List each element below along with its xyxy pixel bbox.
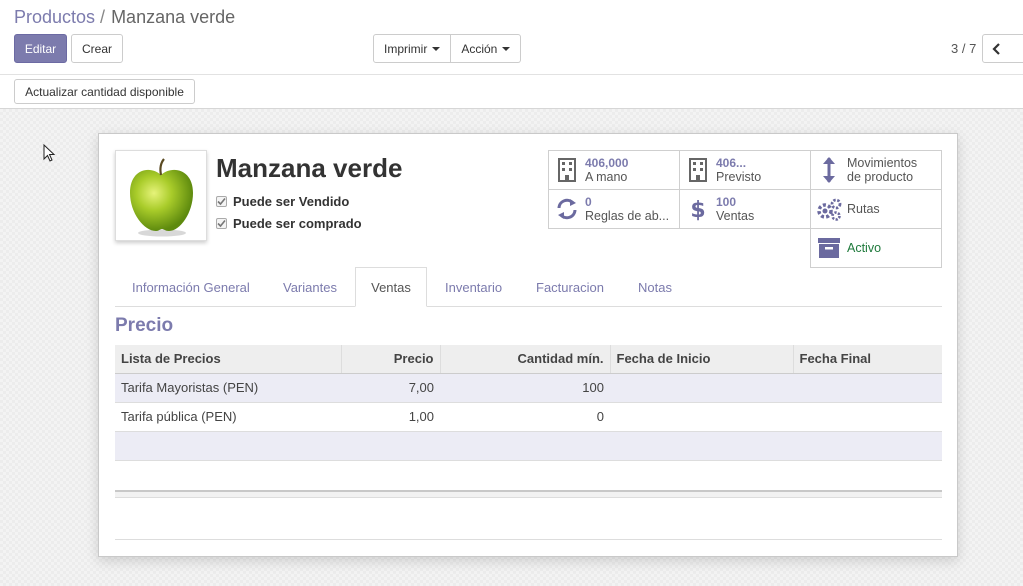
- table-row[interactable]: Tarifa Mayoristas (PEN) 7,00 100: [115, 373, 942, 403]
- product-image[interactable]: [115, 150, 207, 241]
- reordering-rules-label: Reglas de ab...: [585, 209, 670, 223]
- pager-previous-button[interactable]: [982, 34, 1012, 63]
- sales-value: 100: [716, 195, 737, 209]
- column-header-pricelist[interactable]: Lista de Precios: [115, 345, 342, 374]
- cell-end-date: [793, 402, 942, 432]
- cell-min-qty: 0: [440, 402, 610, 432]
- cell-start-date: [610, 373, 793, 403]
- routes-button[interactable]: Rutas: [810, 189, 942, 229]
- forecast-value: 406...: [716, 156, 747, 170]
- svg-text:$: $: [690, 198, 705, 222]
- section-divider: [115, 539, 942, 540]
- action-button-group: Imprimir Acción: [373, 34, 522, 63]
- tab-inventory[interactable]: Inventario: [445, 267, 502, 307]
- sales-button[interactable]: $ 100 Ventas: [679, 189, 811, 229]
- can-be-purchased-checkbox[interactable]: [216, 218, 227, 229]
- can-be-sold-label: Puede ser Vendido: [233, 194, 350, 209]
- print-dropdown-button[interactable]: Imprimir: [373, 34, 452, 63]
- cell-pricelist: Tarifa pública (PEN): [115, 402, 341, 432]
- check-icon: [217, 197, 226, 206]
- on-hand-button[interactable]: 406,000 A mano: [548, 150, 680, 190]
- pricelist-table: Lista de Precios Precio Cantidad mín. Fe…: [115, 345, 942, 461]
- sales-label: Ventas: [716, 209, 755, 223]
- tab-variants[interactable]: Variantes: [283, 267, 337, 307]
- update-quantity-button[interactable]: Actualizar cantidad disponible: [14, 79, 195, 104]
- column-header-start-date[interactable]: Fecha de Inicio: [610, 345, 794, 374]
- can-be-purchased-field: Puede ser comprado: [216, 216, 362, 231]
- product-name: Manzana verde: [216, 153, 403, 183]
- action-dropdown-button[interactable]: Acción: [451, 34, 522, 63]
- cell-start-date: [610, 402, 793, 432]
- cell-pricelist: Tarifa Mayoristas (PEN): [115, 373, 341, 403]
- mouse-cursor-icon: [43, 144, 56, 162]
- routes-label: Rutas: [847, 202, 880, 216]
- tab-invoicing[interactable]: Facturacion: [536, 267, 604, 307]
- caret-down-icon: [432, 46, 441, 51]
- table-row[interactable]: Tarifa pública (PEN) 1,00 0: [115, 402, 942, 432]
- on-hand-value: 406,000: [585, 156, 629, 170]
- building-icon: [549, 158, 585, 182]
- reordering-rules-button[interactable]: 0 Reglas de ab...: [548, 189, 680, 229]
- print-label: Imprimir: [384, 41, 428, 56]
- cell-price: 7,00: [341, 373, 440, 403]
- breadcrumb-separator: /: [100, 7, 106, 27]
- table-header-row: Lista de Precios Precio Cantidad mín. Fe…: [115, 345, 942, 374]
- form-sheet: Manzana verde Puede ser Vendido Puede se…: [98, 133, 958, 557]
- breadcrumb-current: Manzana verde: [111, 7, 236, 27]
- column-header-min-qty[interactable]: Cantidad mín.: [440, 345, 611, 374]
- can-be-sold-field: Puede ser Vendido: [216, 194, 349, 209]
- control-panel: Productos / Manzana verde Editar Crear Imp…: [0, 0, 1023, 75]
- column-header-end-date[interactable]: Fecha Final: [793, 345, 942, 374]
- active-toggle-button[interactable]: Activo: [810, 228, 942, 268]
- pager-next-button[interactable]: [1011, 34, 1023, 63]
- building-icon: [680, 158, 716, 182]
- active-label: Activo: [847, 241, 882, 255]
- column-header-price[interactable]: Precio: [341, 345, 441, 374]
- refresh-icon: [549, 197, 585, 221]
- empty-table-row[interactable]: [115, 431, 942, 461]
- stock-moves-label-line2: de producto: [847, 170, 914, 184]
- can-be-sold-checkbox[interactable]: [216, 196, 227, 207]
- breadcrumb: Productos / Manzana verde: [14, 6, 235, 28]
- forecast-button[interactable]: 406... Previsto: [679, 150, 811, 190]
- edit-button[interactable]: Editar: [14, 34, 67, 63]
- gears-icon: [811, 197, 847, 221]
- caret-down-icon: [502, 46, 511, 51]
- breadcrumb-parent-link[interactable]: Productos: [14, 7, 95, 27]
- pager-value[interactable]: 3 / 7: [951, 41, 976, 56]
- can-be-purchased-label: Puede ser comprado: [233, 216, 362, 231]
- arrows-vertical-icon: [811, 156, 847, 184]
- create-button[interactable]: Crear: [71, 34, 123, 63]
- pricing-section-title: Precio: [115, 315, 174, 336]
- tab-notes[interactable]: Notas: [638, 267, 672, 307]
- action-label: Acción: [461, 41, 498, 56]
- on-hand-label: A mano: [585, 170, 628, 184]
- dollar-icon: $: [680, 196, 716, 222]
- notebook-tabs: Información General Variantes Ventas Inv…: [115, 267, 942, 307]
- apple-image: [130, 158, 193, 237]
- statusbar: Actualizar cantidad disponible: [0, 75, 1023, 109]
- cell-min-qty: 100: [440, 373, 610, 403]
- table-footer: [115, 490, 942, 498]
- cell-price: 1,00: [341, 402, 440, 432]
- archive-icon: [811, 237, 847, 259]
- tab-general-information[interactable]: Información General: [132, 267, 250, 307]
- reordering-rules-value: 0: [585, 195, 592, 209]
- forecast-label: Previsto: [716, 170, 762, 184]
- chevron-left-icon: [992, 42, 1000, 55]
- empty-cell: [115, 431, 942, 461]
- cell-end-date: [793, 373, 942, 403]
- tab-sales[interactable]: Ventas: [355, 267, 427, 307]
- stock-moves-label-line1: Movimientos: [847, 156, 918, 170]
- stock-moves-button[interactable]: Movimientos de producto: [810, 150, 942, 190]
- check-icon: [217, 219, 226, 228]
